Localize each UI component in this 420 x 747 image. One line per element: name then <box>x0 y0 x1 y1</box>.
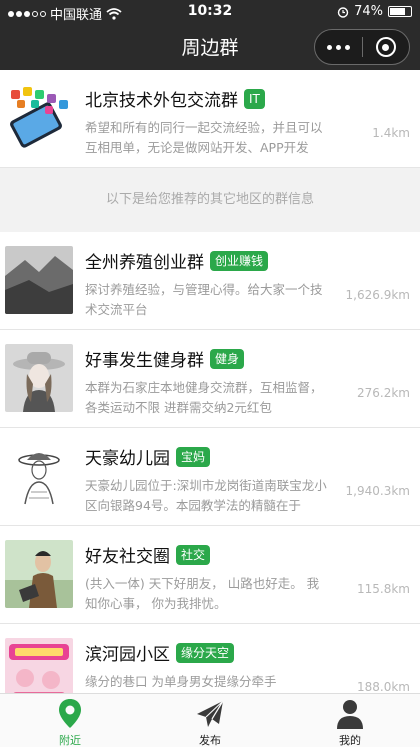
recommendation-notice: 以下是给您推荐的其它地区的群信息 <box>0 168 420 232</box>
group-description: 本群为石家庄本地健身交流群，互相监督，各类运动不限 进群需交纳2元红包 <box>85 380 323 415</box>
sketch-woman-icon <box>5 442 73 510</box>
recommended-list: 全州养殖创业群 创业赚钱 探讨养殖经验，与管理心得。给大家一个技术交流平台 1,6… <box>0 232 420 722</box>
status-bar: 中国联通 10:32 74% <box>0 0 420 24</box>
battery-percent: 74% <box>354 4 383 19</box>
group-tag: 创业赚钱 <box>210 250 269 271</box>
group-distance: 1,940.3km <box>345 484 410 498</box>
tab-publish[interactable]: 发布 <box>140 694 280 747</box>
tab-nearby[interactable]: 附近 <box>0 694 140 747</box>
group-name: 全州养殖创业群 <box>85 253 204 273</box>
group-distance: 1.4km <box>372 126 410 140</box>
group-description: 探讨养殖经验，与管理心得。给大家一个技术交流平台 <box>85 282 323 317</box>
nav-bar: 周边群 <box>0 24 420 70</box>
group-name: 天豪幼儿园 <box>85 449 170 469</box>
group-item[interactable]: 好事发生健身群 健身 本群为石家庄本地健身交流群，互相监督，各类运动不限 进群需交… <box>0 330 420 428</box>
more-options-button[interactable] <box>315 44 362 50</box>
woman-hat-photo-icon <box>5 344 73 412</box>
group-item[interactable]: 全州养殖创业群 创业赚钱 探讨养殖经验，与管理心得。给大家一个技术交流平台 1,6… <box>0 232 420 330</box>
group-item[interactable]: 天豪幼儿园 宝妈 天豪幼儿园位于:深圳市龙岗街道南联宝龙小区向银路94号。本园教学… <box>0 428 420 526</box>
screen: 中国联通 10:32 74% 周边群 北京技术外包交流群 IT 希望和所有的同行… <box>0 0 420 747</box>
group-tag: 缘分天空 <box>176 642 235 663</box>
tab-label: 发布 <box>199 734 221 747</box>
paper-plane-icon <box>195 698 225 734</box>
tab-bar: 附近 发布 我的 <box>0 693 420 747</box>
landscape-photo-icon <box>5 246 73 314</box>
group-description: 希望和所有的同行一起交流经验，并且可以互相甩单，无论是做网站开发、APP开发 <box>85 120 323 155</box>
group-name: 好事发生健身群 <box>85 351 204 371</box>
phone-apps-icon <box>5 84 73 152</box>
group-thumbnail <box>5 344 73 412</box>
group-thumbnail <box>5 84 73 152</box>
group-tag: 宝妈 <box>176 446 211 467</box>
man-photo-icon <box>5 540 73 608</box>
group-distance: 115.8km <box>357 582 410 596</box>
close-button[interactable] <box>363 37 409 57</box>
group-thumbnail <box>5 246 73 314</box>
group-distance: 188.0km <box>357 680 410 694</box>
tab-label: 我的 <box>339 734 361 747</box>
tab-label: 附近 <box>59 734 81 747</box>
close-icon <box>375 37 396 57</box>
user-icon <box>336 698 364 734</box>
group-distance: 276.2km <box>357 386 410 400</box>
group-item[interactable]: 北京技术外包交流群 IT 希望和所有的同行一起交流经验，并且可以互相甩单，无论是做… <box>0 70 420 168</box>
group-distance: 1,626.9km <box>345 288 410 302</box>
group-tag: 社交 <box>176 544 211 565</box>
group-item[interactable]: 好友社交圈 社交 (共入一体) 天下好朋友， 山路也好走。 我知你心事， 你为我排… <box>0 526 420 624</box>
group-tag: 健身 <box>210 348 245 369</box>
group-name: 北京技术外包交流群 <box>85 91 238 111</box>
group-description: 天豪幼儿园位于:深圳市龙岗街道南联宝龙小区向银路94号。本园教学法的精髓在于 <box>85 478 327 513</box>
group-thumbnail <box>5 540 73 608</box>
nearby-list: 北京技术外包交流群 IT 希望和所有的同行一起交流经验，并且可以互相甩单，无论是做… <box>0 70 420 168</box>
group-tag: IT <box>244 88 265 109</box>
battery-icon <box>388 6 412 17</box>
tab-profile[interactable]: 我的 <box>280 694 420 747</box>
group-name: 好友社交圈 <box>85 547 170 567</box>
location-pin-icon <box>57 698 83 734</box>
group-name: 滨河园小区 <box>85 645 170 665</box>
mini-program-capsule <box>314 29 410 65</box>
group-description: (共入一体) 天下好朋友， 山路也好走。 我知你心事， 你为我排忧。 <box>85 576 320 611</box>
group-thumbnail <box>5 442 73 510</box>
alarm-icon <box>337 6 349 18</box>
